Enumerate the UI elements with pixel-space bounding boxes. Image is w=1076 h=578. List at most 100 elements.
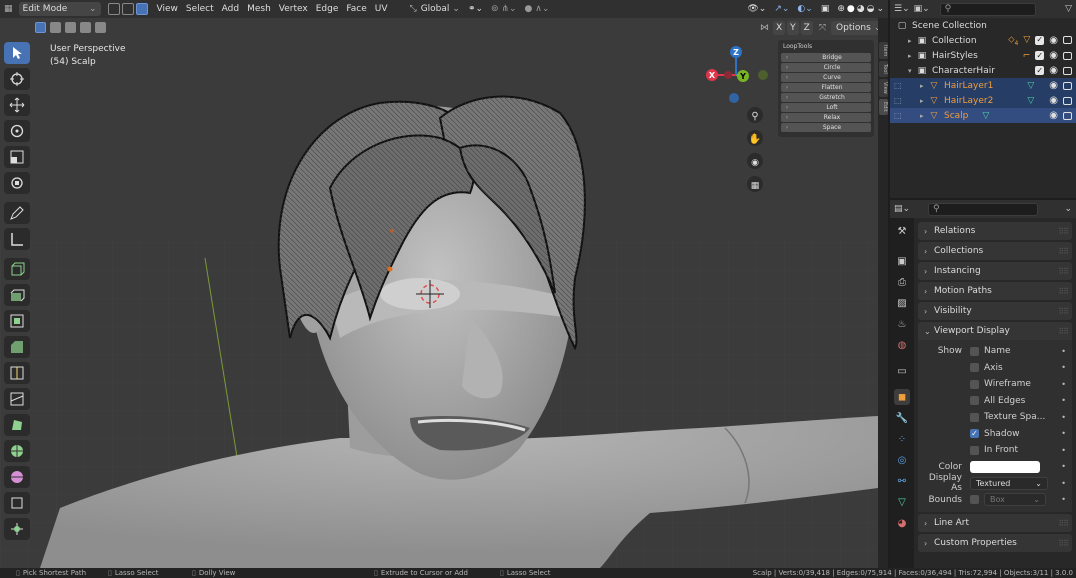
select-extend-icon[interactable]	[50, 22, 61, 33]
snap-toggle[interactable]: ⊚ ⋔⌄	[487, 2, 520, 16]
looptools-gstretch[interactable]: › Gstretch	[781, 93, 871, 102]
world-properties-tab[interactable]: ◍	[894, 337, 910, 353]
outliner-search-input[interactable]: ⚲	[939, 2, 1036, 16]
particle-properties-tab[interactable]: ⁘	[894, 431, 910, 447]
edge-select-icon[interactable]	[121, 3, 134, 15]
properties-editor-icon[interactable]: ▤⌄	[894, 204, 910, 214]
tool-smooth[interactable]	[4, 466, 30, 488]
material-shading-icon[interactable]: ◕	[857, 4, 865, 14]
exclude-checkbox[interactable]: ✓	[1035, 66, 1045, 75]
exclude-checkbox[interactable]: ✓	[1035, 51, 1045, 60]
tool-knife[interactable]	[4, 388, 30, 410]
select-invert-icon[interactable]	[80, 22, 91, 33]
chevron-right-icon[interactable]: ▸	[908, 37, 916, 45]
tool-extrude[interactable]	[4, 284, 30, 306]
tool-annotate[interactable]	[4, 202, 30, 224]
all-edges-checkbox[interactable]	[970, 396, 979, 406]
section-visibility[interactable]: › Visibility ⠿⠿	[918, 302, 1072, 320]
chevron-down-icon[interactable]: ▾	[908, 67, 916, 75]
outliner-item-collection[interactable]: ▸ ▣ Collection ⬦4 ▽ ✓ ◉	[890, 33, 1076, 48]
outliner-item-hairlayer2[interactable]: ⬚ ▸ ▽ HairLayer2 ▽ ◉	[890, 93, 1076, 108]
camera-icon[interactable]	[1063, 111, 1072, 120]
looptools-loft[interactable]: › Loft	[781, 103, 871, 112]
tool-measure[interactable]	[4, 228, 30, 250]
overlay-toggle[interactable]: ◐⌄	[793, 2, 816, 16]
looptools-space[interactable]: › Space	[781, 123, 871, 132]
looptools-curve[interactable]: › Curve	[781, 73, 871, 82]
menu-edge[interactable]: Edge	[312, 2, 343, 16]
display-as-dropdown[interactable]: Textured ⌄	[970, 476, 1048, 490]
drag-grip-icon[interactable]: ⠿⠿	[1058, 287, 1069, 296]
keyframe-dot-icon[interactable]: •	[1061, 462, 1066, 471]
material-properties-tab[interactable]: ◕	[894, 515, 910, 531]
name-checkbox[interactable]	[970, 346, 979, 356]
collection-properties-tab[interactable]: ▭	[894, 363, 910, 379]
chevron-right-icon[interactable]: ▸	[920, 97, 928, 105]
menu-select[interactable]: Select	[182, 2, 218, 16]
mirror-y-button[interactable]: Y	[787, 21, 799, 35]
mirror-x-button[interactable]: X	[773, 21, 786, 35]
eye-icon[interactable]: ◉	[1049, 65, 1058, 76]
mirror-z-button[interactable]: Z	[800, 21, 813, 35]
sidebar-tab-edit[interactable]: Edit	[879, 98, 888, 115]
menu-vertex[interactable]: Vertex	[275, 2, 312, 16]
tool-shrink-fatten[interactable]	[4, 518, 30, 540]
section-relations[interactable]: › Relations ⠿⠿	[918, 222, 1072, 240]
edit-mode-icon[interactable]: ⬚	[894, 96, 902, 105]
tool-edge-slide[interactable]	[4, 492, 30, 514]
chevron-right-icon[interactable]: ▸	[908, 52, 916, 60]
select-new-icon[interactable]	[35, 22, 46, 33]
tool-scale[interactable]	[4, 146, 30, 168]
looptools-bridge[interactable]: › Bridge	[781, 53, 871, 62]
tool-loop-cut[interactable]	[4, 362, 30, 384]
tool-inset[interactable]	[4, 310, 30, 332]
bounds-dropdown[interactable]: Box ⌄	[984, 493, 1046, 507]
axis-checkbox[interactable]	[970, 363, 979, 373]
keyframe-dot-icon[interactable]: •	[1061, 363, 1066, 372]
tool-add-cube[interactable]	[4, 258, 30, 280]
camera-icon[interactable]	[1063, 66, 1072, 75]
tool-bevel[interactable]	[4, 336, 30, 358]
chevron-right-icon[interactable]: ▸	[920, 112, 928, 120]
select-intersect-icon[interactable]	[95, 22, 106, 33]
bounds-checkbox[interactable]	[970, 495, 979, 505]
physics-properties-tab[interactable]: ◎	[894, 452, 910, 468]
shadow-checkbox[interactable]: ✓	[970, 429, 979, 439]
edit-mode-icon[interactable]: ⬚	[894, 81, 902, 90]
menu-add[interactable]: Add	[218, 2, 243, 16]
keyframe-dot-icon[interactable]: •	[1061, 495, 1066, 504]
visibility-dropdown[interactable]: 👁⌄	[743, 2, 770, 16]
tool-rotate[interactable]	[4, 120, 30, 142]
sidebar-tab-view[interactable]: View	[879, 79, 888, 97]
camera-icon[interactable]	[1063, 96, 1072, 105]
eye-icon[interactable]: ◉	[1049, 95, 1058, 106]
tool-properties-tab[interactable]: ⚒	[894, 223, 910, 239]
drag-grip-icon[interactable]: ⠿⠿	[1058, 307, 1069, 316]
select-subtract-icon[interactable]	[65, 22, 76, 33]
outliner-item-hairlayer1[interactable]: ⬚ ▸ ▽ HairLayer1 ▽ ◉	[890, 78, 1076, 93]
keyframe-dot-icon[interactable]: •	[1061, 380, 1066, 389]
pivot-dropdown[interactable]: ⚭⌄	[464, 2, 487, 16]
texture-space-checkbox[interactable]	[970, 412, 979, 422]
keyframe-dot-icon[interactable]: •	[1061, 446, 1066, 455]
drag-grip-icon[interactable]: ⠿⠿	[1058, 247, 1069, 256]
eye-icon[interactable]: ◉	[1049, 110, 1058, 121]
solid-shading-icon[interactable]: ●	[847, 4, 855, 14]
wireframe-checkbox[interactable]	[970, 379, 979, 389]
keyframe-dot-icon[interactable]: •	[1061, 396, 1066, 405]
keyframe-dot-icon[interactable]: •	[1061, 347, 1066, 356]
tool-select-box[interactable]	[4, 42, 30, 64]
pan-hand-button[interactable]: ✋	[747, 130, 763, 146]
looptools-relax[interactable]: › Relax	[781, 113, 871, 122]
modifier-properties-tab[interactable]: 🔧	[894, 410, 910, 426]
menu-uv[interactable]: UV	[371, 2, 392, 16]
display-mode-icon[interactable]: ▣⌄	[914, 4, 930, 14]
perspective-grid-button[interactable]: ▦	[747, 176, 763, 192]
outliner-item-scalp[interactable]: ⬚ ▸ ▽ Scalp ▽ ◉	[890, 108, 1076, 123]
tool-move[interactable]	[4, 94, 30, 116]
proportional-edit-toggle[interactable]: ● ∧⌄	[521, 2, 554, 16]
filter-icon[interactable]: ▽	[1065, 4, 1072, 14]
face-select-icon[interactable]	[135, 3, 148, 15]
drag-grip-icon[interactable]: ⠿⠿	[1058, 539, 1069, 548]
drag-grip-icon[interactable]: ⠿⠿	[1058, 519, 1069, 528]
